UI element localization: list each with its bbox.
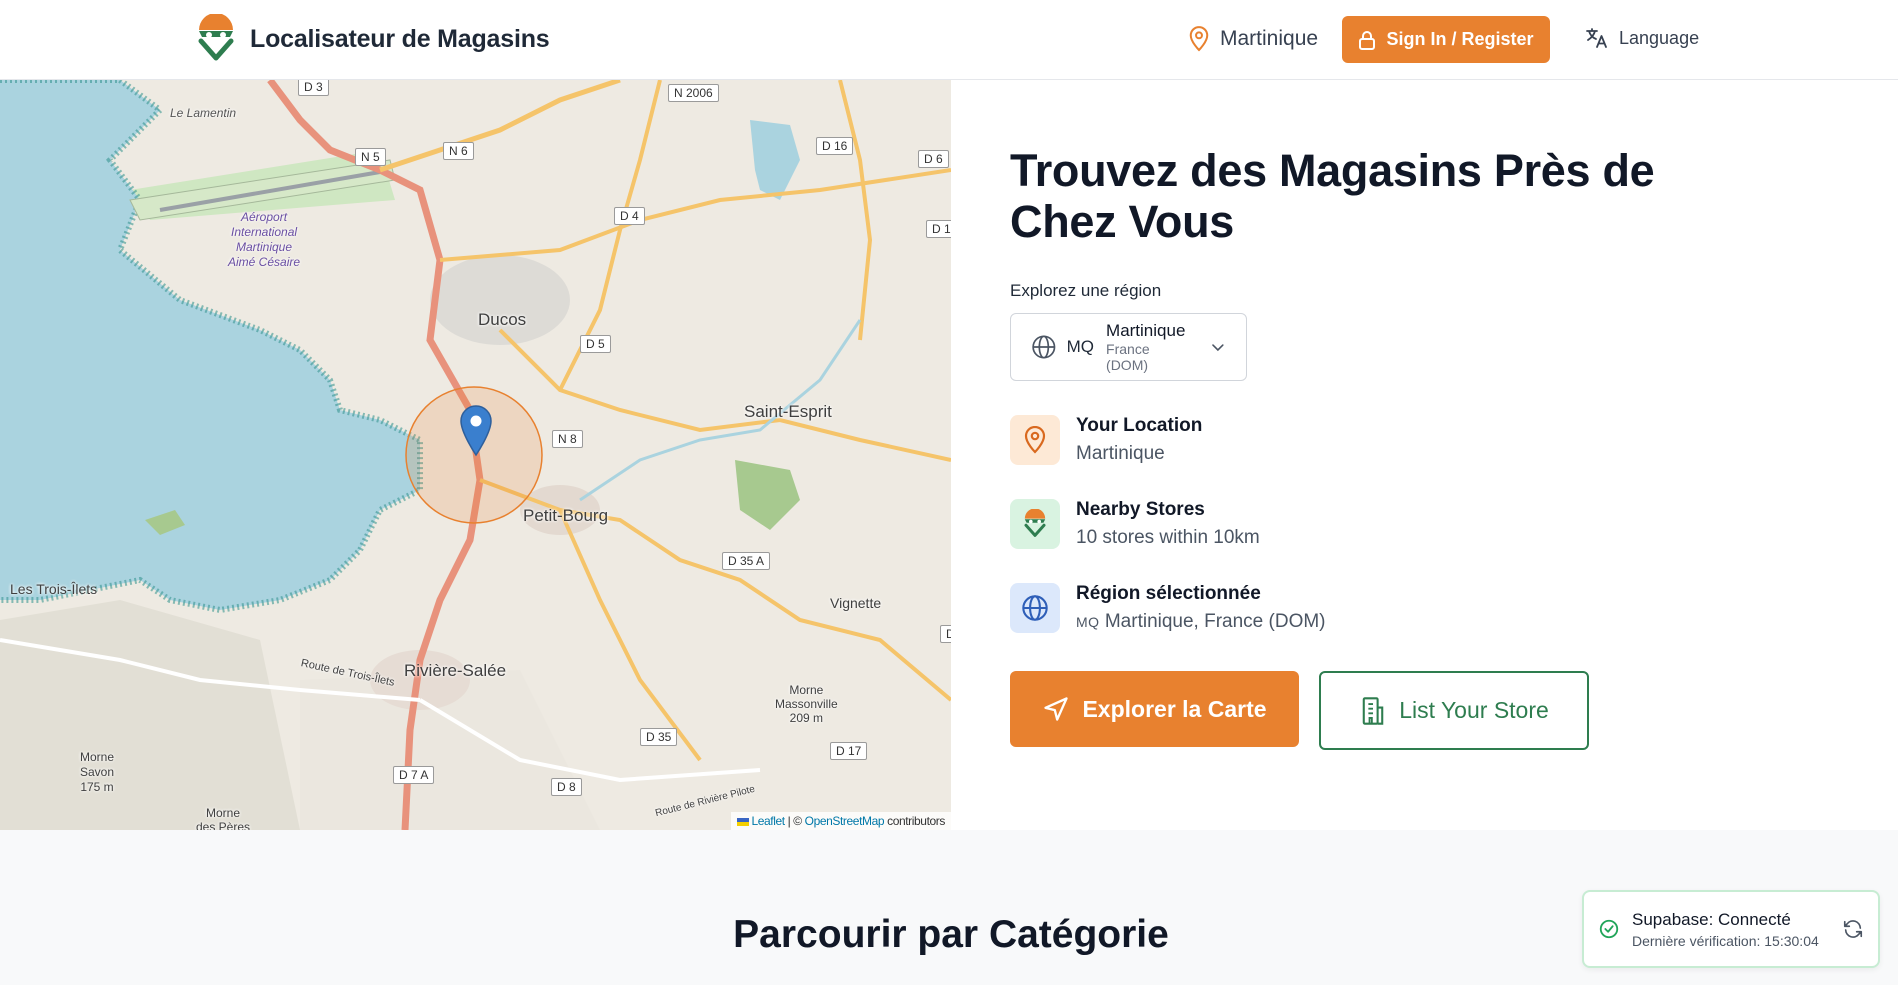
road-shield-d6: D 6: [918, 150, 949, 168]
road-shield-n2006: N 2006: [668, 84, 719, 102]
airport-line-4: Aimé Césaire: [228, 255, 301, 269]
refresh-icon[interactable]: [1842, 918, 1864, 940]
brand[interactable]: Localisateur de Magasins: [196, 14, 550, 64]
morne-massonville-1: Morne: [789, 683, 824, 697]
road-shield-d1: D 1: [926, 220, 951, 238]
hero-panel: Trouvez des Magasins Près de Chez Vous E…: [1010, 145, 1710, 750]
map-attribution: Leaflet | © OpenStreetMap contributors: [730, 812, 951, 830]
morne-peres-1: Morne: [206, 806, 241, 820]
region-name: Martinique: [1106, 321, 1186, 340]
your-location-value: Martinique: [1076, 443, 1165, 464]
logo-icon: [1024, 509, 1046, 537]
location-marker-icon[interactable]: [459, 405, 493, 457]
map-pin-icon: [1024, 426, 1046, 454]
road-shield-d3: D 3: [298, 80, 329, 96]
explore-map-button[interactable]: Explorer la Carte: [1010, 671, 1299, 747]
attribution-flag-icon: [736, 817, 749, 826]
connection-status-toast: Supabase: Connecté Dernière vérification…: [1582, 890, 1880, 968]
map-label-saint-esprit: Saint-Esprit: [744, 402, 832, 421]
road-shield-n5: N 5: [355, 148, 386, 166]
chevron-down-icon: [1212, 344, 1224, 352]
airport-line-3: Martinique: [236, 240, 293, 254]
signin-label: Sign In / Register: [1386, 29, 1534, 49]
check-circle-icon: [1599, 919, 1619, 939]
header-location[interactable]: Martinique: [1188, 26, 1318, 52]
road-shield-d35: D 35: [640, 728, 678, 746]
map-label-airport: Aéroport International Martinique Aimé C…: [228, 210, 300, 270]
osm-link[interactable]: OpenStreetMap: [805, 814, 885, 828]
hero-title: Trouvez des Magasins Près de Chez Vous: [1010, 145, 1655, 247]
road-shield-d16: D 16: [816, 137, 854, 155]
list-store-label: List Your Store: [1399, 697, 1549, 723]
map-pin-icon: [1189, 26, 1209, 52]
road-shield-d8: D 8: [551, 778, 582, 796]
header-location-label: Martinique: [1220, 27, 1319, 50]
morne-savon-2: Savon: [80, 765, 115, 779]
list-store-button[interactable]: List Your Store: [1319, 671, 1589, 750]
language-label: Language: [1619, 27, 1700, 48]
region-select[interactable]: MQ Martinique France (DOM): [1010, 313, 1247, 381]
lock-icon: [1359, 30, 1376, 50]
map-label-ducos: Ducos: [478, 310, 527, 329]
airport-line-1: Aéroport: [241, 210, 288, 224]
morne-massonville-2: Massonville: [775, 697, 838, 711]
top-header: Localisateur de Magasins Martinique Sign…: [0, 0, 1898, 80]
selected-region-code: MQ: [1076, 614, 1100, 630]
navigation-icon: [1044, 697, 1069, 721]
map-label-morne-savon: Morne Savon 175 m: [80, 750, 114, 795]
road-shield-n6: N 6: [443, 142, 474, 160]
info-nearby-stores: Nearby Stores 10 stores within 10km: [1010, 499, 1710, 549]
info-your-location: Your Location Martinique: [1010, 415, 1710, 465]
store-map[interactable]: Ducos Saint-Esprit Petit-Bourg Les Trois…: [0, 80, 951, 830]
selected-region-value: Martinique, France (DOM): [1104, 611, 1326, 632]
explore-map-label: Explorer la Carte: [1082, 695, 1267, 722]
road-shield-d4: D 4: [614, 207, 645, 225]
toast-title: Supabase: Connecté: [1632, 909, 1791, 929]
selected-region-value-line: MQ Martinique, France (DOM): [1076, 611, 1326, 633]
road-shield-d35a: D 35 A: [722, 552, 771, 570]
morne-savon-3: 175 m: [80, 780, 114, 794]
globe-icon: [1022, 595, 1048, 621]
region-subtitle: France (DOM): [1106, 341, 1150, 373]
logo-icon: [198, 14, 234, 61]
airport-line-2: International: [230, 225, 298, 239]
map-label-trois-ilets: Les Trois-Îlets: [10, 581, 98, 597]
language-selector[interactable]: Language: [1585, 26, 1699, 50]
road-shield-d-edge: D: [940, 625, 951, 643]
morne-peres-2: des Pères: [196, 820, 251, 830]
attribution-sep: | ©: [787, 814, 802, 828]
map-label-morne-peres: Morne des Pères: [196, 806, 250, 830]
road-shield-d5: D 5: [580, 335, 611, 353]
map-label-riviere-salee: Rivière-Salée: [404, 661, 507, 680]
attribution-contributors: contributors: [887, 814, 945, 828]
location-icon-badge: [1010, 415, 1060, 465]
morne-massonville-3: 209 m: [789, 711, 824, 725]
morne-savon-1: Morne: [80, 750, 115, 764]
globe-icon: [1032, 335, 1056, 359]
translate-icon: [1586, 28, 1607, 48]
region-code: MQ: [1066, 337, 1095, 356]
map-label-morne-massonville: Morne Massonville 209 m: [775, 683, 838, 725]
signin-register-button[interactable]: Sign In / Register: [1342, 16, 1550, 63]
road-shield-n8: N 8: [552, 430, 583, 448]
your-location-title: Your Location: [1076, 415, 1203, 436]
building-icon: [1362, 696, 1384, 725]
map-label-petit-bourg: Petit-Bourg: [523, 506, 609, 525]
map-label-lamentin: Le Lamentin: [170, 106, 237, 120]
nearby-stores-value: 10 stores within 10km: [1076, 527, 1260, 548]
region-icon-badge: [1010, 583, 1060, 633]
stores-icon-badge: [1010, 499, 1060, 549]
toast-subtitle: Dernière vérification: 15:30:04: [1632, 932, 1819, 949]
explore-region-label: Explorez une région: [1010, 281, 1162, 300]
map-label-vignette: Vignette: [830, 595, 882, 611]
leaflet-link[interactable]: Leaflet: [751, 814, 785, 828]
road-shield-d17: D 17: [830, 742, 868, 760]
brand-name: Localisateur de Magasins: [250, 24, 550, 53]
road-shield-d7a: D 7 A: [393, 766, 435, 784]
nearby-stores-title: Nearby Stores: [1076, 499, 1205, 520]
info-selected-region: Région sélectionnée MQ Martinique, Franc…: [1010, 583, 1710, 633]
selected-region-title: Région sélectionnée: [1076, 583, 1261, 604]
